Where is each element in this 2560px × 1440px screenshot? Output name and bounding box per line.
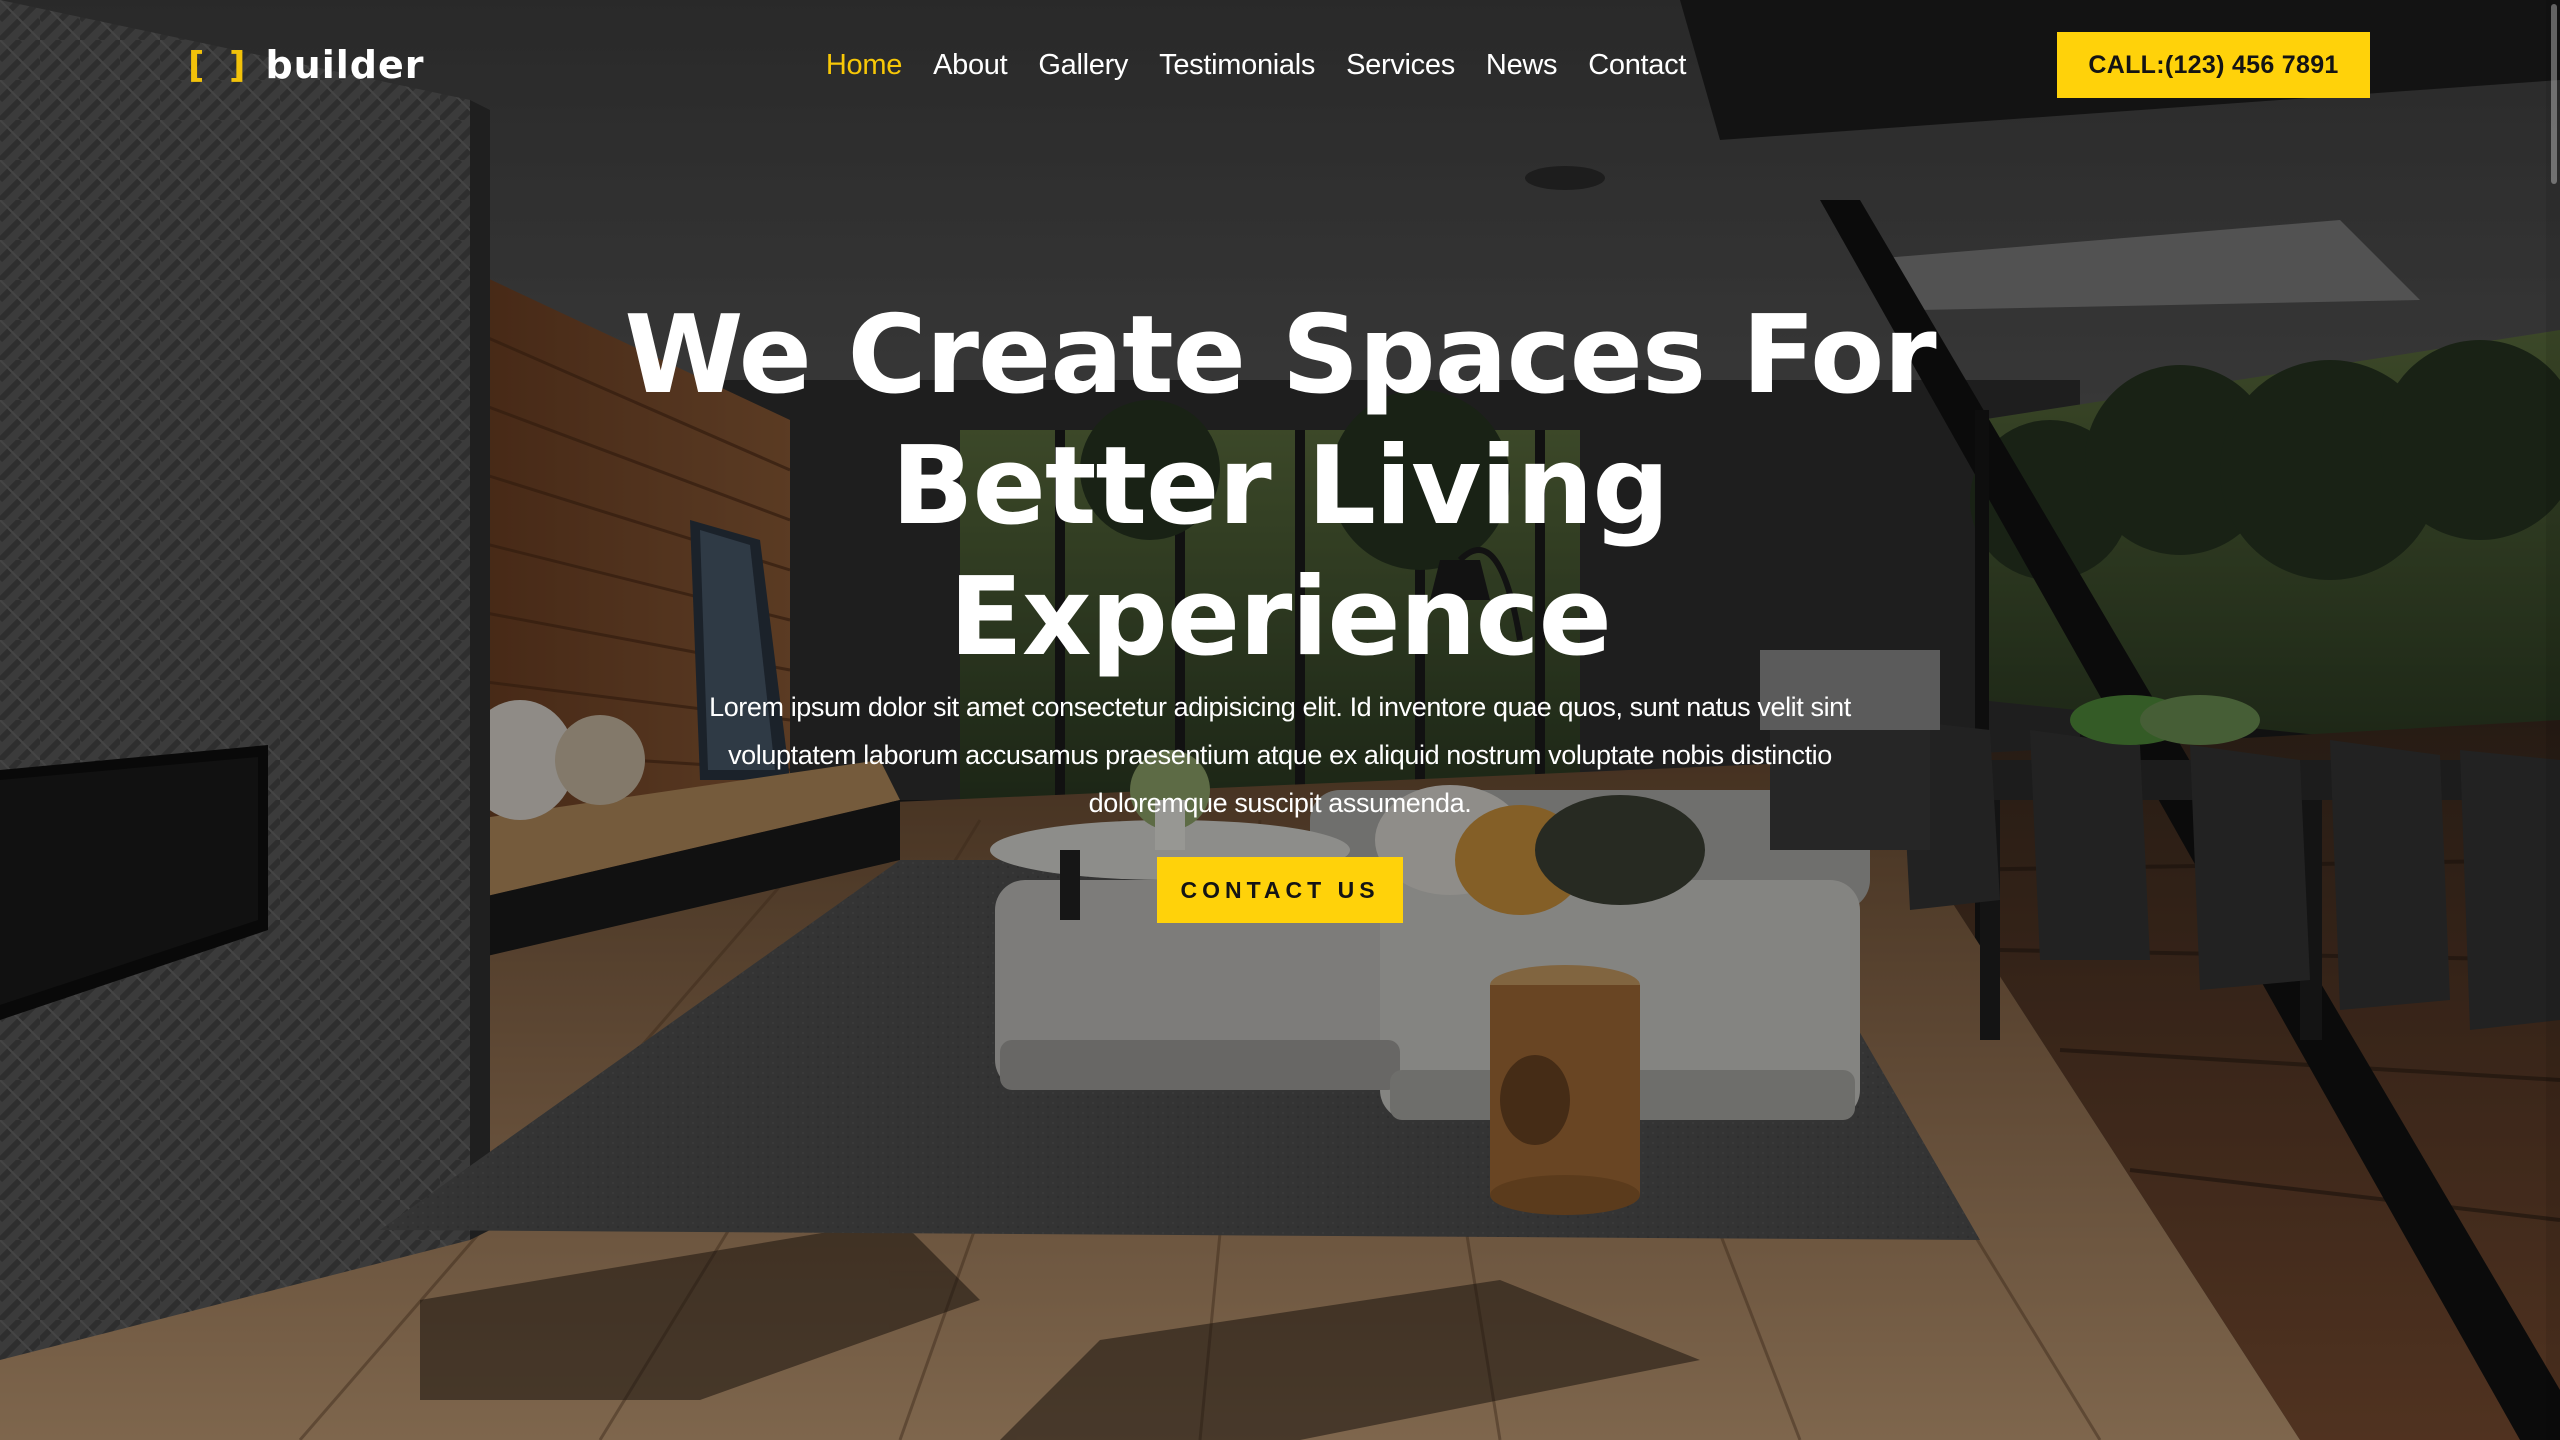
nav-item-about[interactable]: About (933, 40, 1008, 90)
site-logo[interactable]: [ ] builder (188, 40, 424, 90)
nav-item-testimonials[interactable]: Testimonials (1159, 40, 1315, 90)
nav-item-gallery[interactable]: Gallery (1038, 40, 1128, 90)
landing-page: [ ] builder Home About Gallery Testimoni… (0, 0, 2560, 1440)
scrollbar-thumb[interactable] (2551, 4, 2557, 184)
hero-title: We Create Spaces For Better Living Exper… (560, 290, 2000, 683)
hero-description: Lorem ipsum dolor sit amet consectetur a… (709, 692, 1851, 818)
nav-item-news[interactable]: News (1486, 40, 1558, 90)
nav-item-services[interactable]: Services (1346, 40, 1455, 90)
contact-us-button[interactable]: CONTACT US (1157, 857, 1403, 923)
logo-text: builder (265, 43, 425, 87)
call-button[interactable]: CALL:(123) 456 7891 (2057, 32, 2370, 98)
hero-title-line-1: We Create Spaces For (624, 293, 1936, 418)
nav-item-home[interactable]: Home (826, 40, 902, 90)
logo-brackets-icon: [ ] (188, 44, 252, 86)
page-scrollbar[interactable] (2546, 0, 2560, 1440)
nav-item-contact[interactable]: Contact (1588, 40, 1686, 90)
hero-title-line-3: Experience (949, 555, 1612, 680)
hero-title-line-2: Better Living (891, 424, 1669, 549)
